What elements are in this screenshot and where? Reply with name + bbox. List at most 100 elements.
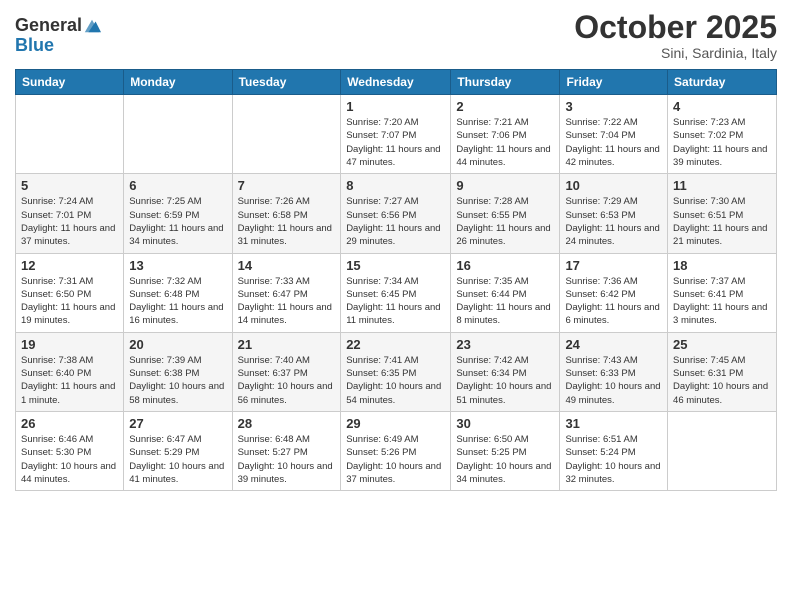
calendar-col-header: Monday: [124, 70, 232, 95]
day-number: 27: [129, 416, 226, 431]
calendar-cell: 23Sunrise: 7:42 AM Sunset: 6:34 PM Dayli…: [451, 332, 560, 411]
day-number: 13: [129, 258, 226, 273]
calendar-cell: 16 Sunrise: 7:35 AM Sunset: 6:44 PM Dayli…: [451, 253, 560, 332]
title-block: October 2025 Sini, Sardinia, Italy: [574, 10, 777, 61]
day-number: 6: [129, 178, 226, 193]
day-number: 31: [565, 416, 662, 431]
day-number: 22: [346, 337, 445, 352]
calendar-col-header: Friday: [560, 70, 668, 95]
day-number: 15: [346, 258, 445, 273]
day-info: Sunrise: 6:46 AM Sunset: 5:30 PM Dayligh…: [21, 433, 118, 486]
calendar-cell: 3Sunrise: 7:22 AM Sunset: 7:04 PM Daylig…: [560, 95, 668, 174]
day-number: 8: [346, 178, 445, 193]
calendar-header-row: SundayMondayTuesdayWednesdayThursdayFrid…: [16, 70, 777, 95]
calendar-cell: 14Sunrise: 7:33 AM Sunset: 6:47 PM Dayli…: [232, 253, 341, 332]
day-info: Sunrise: 7:27 AM Sunset: 6:56 PM Dayligh…: [346, 195, 445, 248]
day-info: Sunrise: 6:47 AM Sunset: 5:29 PM Dayligh…: [129, 433, 226, 486]
calendar-cell: 15Sunrise: 7:34 AM Sunset: 6:45 PM Dayli…: [341, 253, 451, 332]
calendar-cell: 31 Sunrise: 6:51 AM Sunset: 5:24 PM Dayli…: [560, 411, 668, 490]
calendar-cell: 29 Sunrise: 6:49 AM Sunset: 5:26 PM Dayli…: [341, 411, 451, 490]
calendar-week-row: 5 Sunrise: 7:24 AM Sunset: 7:01 PM Daylig…: [16, 174, 777, 253]
calendar-cell: 19 Sunrise: 7:38 AM Sunset: 6:40 PM Dayli…: [16, 332, 124, 411]
day-number: 17: [565, 258, 662, 273]
day-info: Sunrise: 7:24 AM Sunset: 7:01 PM Dayligh…: [21, 195, 118, 248]
calendar-table: SundayMondayTuesdayWednesdayThursdayFrid…: [15, 69, 777, 491]
calendar-col-header: Sunday: [16, 70, 124, 95]
calendar-cell: 6 Sunrise: 7:25 AM Sunset: 6:59 PM Daylig…: [124, 174, 232, 253]
logo-blue: Blue: [15, 36, 54, 56]
calendar-cell: 22 Sunrise: 7:41 AM Sunset: 6:35 PM Dayli…: [341, 332, 451, 411]
calendar-cell: 18 Sunrise: 7:37 AM Sunset: 6:41 PM Dayli…: [668, 253, 777, 332]
calendar-cell: [16, 95, 124, 174]
calendar-cell: 7 Sunrise: 7:26 AM Sunset: 6:58 PM Daylig…: [232, 174, 341, 253]
calendar-cell: [124, 95, 232, 174]
day-info: Sunrise: 7:35 AM Sunset: 6:44 PM Dayligh…: [456, 275, 554, 328]
day-info: Sunrise: 7:40 AM Sunset: 6:37 PM Dayligh…: [238, 354, 336, 407]
day-info: Sunrise: 6:49 AM Sunset: 5:26 PM Dayligh…: [346, 433, 445, 486]
day-number: 4: [673, 99, 771, 114]
day-number: 10: [565, 178, 662, 193]
calendar-cell: [668, 411, 777, 490]
day-info: Sunrise: 7:20 AM Sunset: 7:07 PM Dayligh…: [346, 116, 445, 169]
calendar-col-header: Wednesday: [341, 70, 451, 95]
day-number: 1: [346, 99, 445, 114]
day-number: 7: [238, 178, 336, 193]
logo-icon: [83, 17, 101, 35]
day-info: Sunrise: 7:30 AM Sunset: 6:51 PM Dayligh…: [673, 195, 771, 248]
day-number: 18: [673, 258, 771, 273]
day-info: Sunrise: 6:50 AM Sunset: 5:25 PM Dayligh…: [456, 433, 554, 486]
day-number: 5: [21, 178, 118, 193]
day-info: Sunrise: 7:41 AM Sunset: 6:35 PM Dayligh…: [346, 354, 445, 407]
logo-general: General: [15, 16, 82, 36]
day-info: Sunrise: 7:21 AM Sunset: 7:06 PM Dayligh…: [456, 116, 554, 169]
page: General Blue October 2025 Sini, Sardinia…: [0, 0, 792, 612]
calendar-week-row: 12 Sunrise: 7:31 AM Sunset: 6:50 PM Dayli…: [16, 253, 777, 332]
day-number: 16: [456, 258, 554, 273]
day-info: Sunrise: 7:22 AM Sunset: 7:04 PM Dayligh…: [565, 116, 662, 169]
day-number: 2: [456, 99, 554, 114]
calendar-cell: 24 Sunrise: 7:43 AM Sunset: 6:33 PM Dayli…: [560, 332, 668, 411]
day-number: 12: [21, 258, 118, 273]
day-info: Sunrise: 6:51 AM Sunset: 5:24 PM Dayligh…: [565, 433, 662, 486]
day-number: 28: [238, 416, 336, 431]
day-number: 11: [673, 178, 771, 193]
calendar-cell: 10Sunrise: 7:29 AM Sunset: 6:53 PM Dayli…: [560, 174, 668, 253]
day-info: Sunrise: 7:31 AM Sunset: 6:50 PM Dayligh…: [21, 275, 118, 328]
day-number: 29: [346, 416, 445, 431]
calendar-cell: 25Sunrise: 7:45 AM Sunset: 6:31 PM Dayli…: [668, 332, 777, 411]
day-info: Sunrise: 7:43 AM Sunset: 6:33 PM Dayligh…: [565, 354, 662, 407]
day-info: Sunrise: 6:48 AM Sunset: 5:27 PM Dayligh…: [238, 433, 336, 486]
calendar-col-header: Thursday: [451, 70, 560, 95]
day-info: Sunrise: 7:25 AM Sunset: 6:59 PM Dayligh…: [129, 195, 226, 248]
calendar-cell: 12 Sunrise: 7:31 AM Sunset: 6:50 PM Dayli…: [16, 253, 124, 332]
day-info: Sunrise: 7:26 AM Sunset: 6:58 PM Dayligh…: [238, 195, 336, 248]
month-title: October 2025: [574, 10, 777, 45]
day-number: 19: [21, 337, 118, 352]
calendar-col-header: Saturday: [668, 70, 777, 95]
calendar-cell: 26 Sunrise: 6:46 AM Sunset: 5:30 PM Dayli…: [16, 411, 124, 490]
calendar-cell: 4Sunrise: 7:23 AM Sunset: 7:02 PM Daylig…: [668, 95, 777, 174]
day-info: Sunrise: 7:32 AM Sunset: 6:48 PM Dayligh…: [129, 275, 226, 328]
day-info: Sunrise: 7:42 AM Sunset: 6:34 PM Dayligh…: [456, 354, 554, 407]
calendar-week-row: 19 Sunrise: 7:38 AM Sunset: 6:40 PM Dayli…: [16, 332, 777, 411]
calendar-cell: 20 Sunrise: 7:39 AM Sunset: 6:38 PM Dayli…: [124, 332, 232, 411]
calendar-cell: 27 Sunrise: 6:47 AM Sunset: 5:29 PM Dayli…: [124, 411, 232, 490]
calendar-week-row: 1 Sunrise: 7:20 AM Sunset: 7:07 PM Daylig…: [16, 95, 777, 174]
day-number: 24: [565, 337, 662, 352]
header: General Blue October 2025 Sini, Sardinia…: [15, 10, 777, 61]
day-number: 14: [238, 258, 336, 273]
subtitle: Sini, Sardinia, Italy: [574, 45, 777, 61]
calendar-cell: 2 Sunrise: 7:21 AM Sunset: 7:06 PM Daylig…: [451, 95, 560, 174]
day-info: Sunrise: 7:39 AM Sunset: 6:38 PM Dayligh…: [129, 354, 226, 407]
calendar-cell: 13 Sunrise: 7:32 AM Sunset: 6:48 PM Dayli…: [124, 253, 232, 332]
day-info: Sunrise: 7:37 AM Sunset: 6:41 PM Dayligh…: [673, 275, 771, 328]
calendar-cell: 30Sunrise: 6:50 AM Sunset: 5:25 PM Dayli…: [451, 411, 560, 490]
day-number: 26: [21, 416, 118, 431]
calendar-cell: 21Sunrise: 7:40 AM Sunset: 6:37 PM Dayli…: [232, 332, 341, 411]
day-number: 20: [129, 337, 226, 352]
day-number: 9: [456, 178, 554, 193]
calendar-week-row: 26 Sunrise: 6:46 AM Sunset: 5:30 PM Dayli…: [16, 411, 777, 490]
calendar-cell: 8 Sunrise: 7:27 AM Sunset: 6:56 PM Daylig…: [341, 174, 451, 253]
calendar-cell: 5 Sunrise: 7:24 AM Sunset: 7:01 PM Daylig…: [16, 174, 124, 253]
day-info: Sunrise: 7:38 AM Sunset: 6:40 PM Dayligh…: [21, 354, 118, 407]
